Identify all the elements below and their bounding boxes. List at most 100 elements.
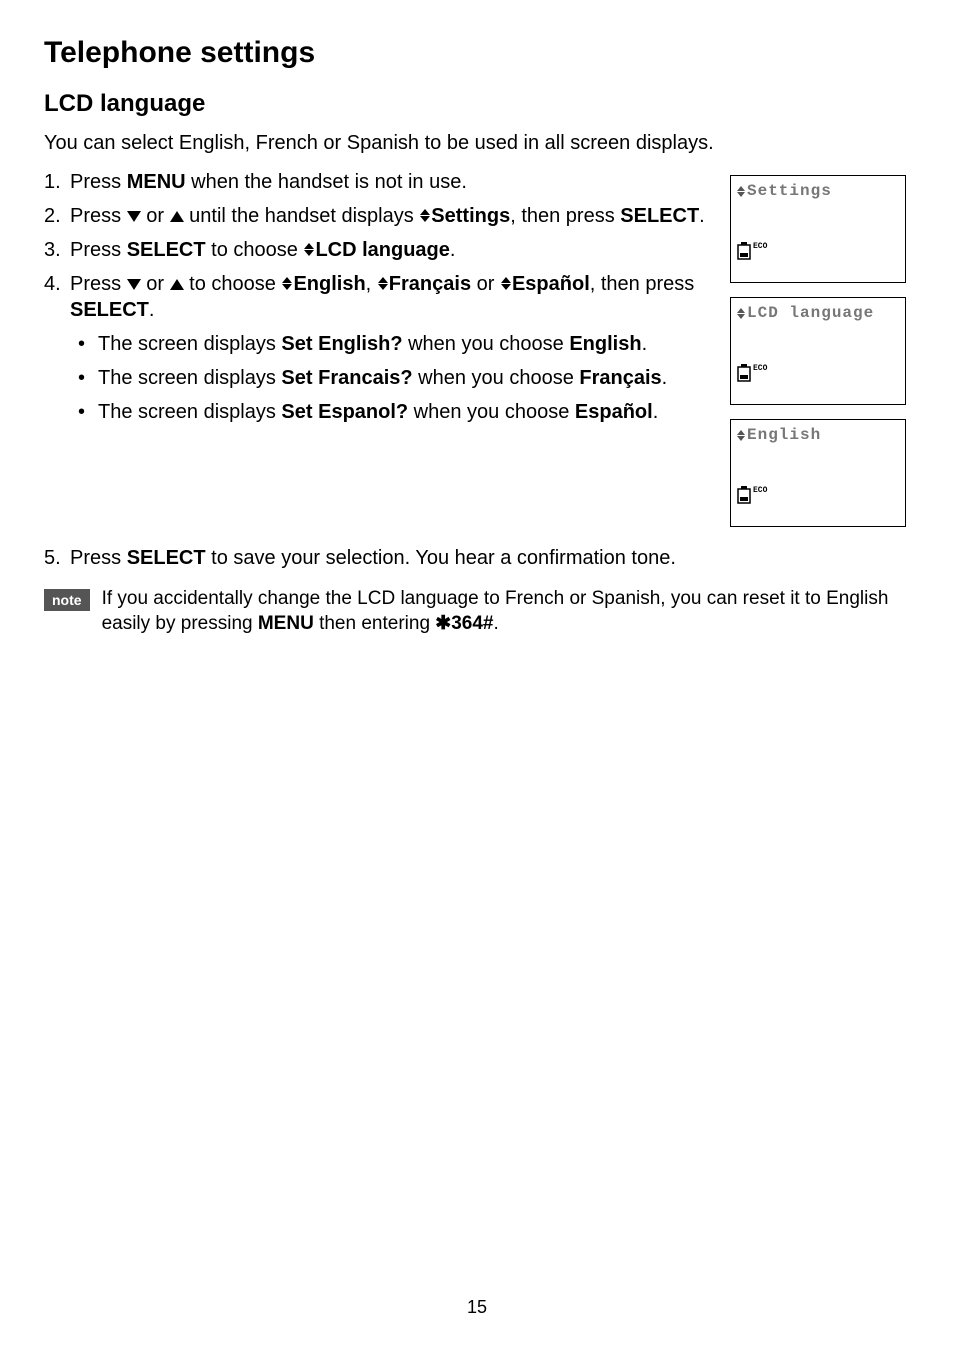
lcd-preview-settings: Settings ECO: [730, 175, 906, 283]
text: when you choose: [403, 333, 570, 355]
battery-icon: [737, 486, 751, 504]
triangle-down-icon: [127, 211, 141, 222]
lcd-text: English: [747, 426, 821, 444]
bold: Français: [579, 367, 661, 389]
battery-icon: [737, 242, 751, 260]
text: , then press: [590, 273, 695, 295]
text: The screen displays: [98, 401, 281, 423]
text: until the handset displays: [184, 205, 420, 227]
step-number: 2.: [44, 203, 61, 229]
lcd-previews-column: Settings ECO LCD language ECO English: [730, 169, 910, 541]
updown-icon: [304, 243, 314, 256]
bold: Français: [389, 273, 471, 295]
section-heading: LCD language: [44, 90, 910, 118]
step-number: 4.: [44, 271, 61, 297]
lcd-status-row: ECO: [737, 242, 899, 260]
triangle-down-icon: [127, 279, 141, 290]
note-badge: note: [44, 589, 90, 611]
bold: SELECT: [70, 299, 149, 321]
text: .: [149, 299, 155, 321]
text: or: [141, 273, 170, 295]
text: to save your selection. You hear a confi…: [206, 547, 676, 569]
text: to choose: [206, 239, 304, 261]
step-number: 5.: [44, 545, 61, 571]
star-icon: ✱: [435, 613, 451, 634]
bold: 364#: [451, 613, 493, 634]
text: Press: [70, 171, 127, 193]
step-5: 5. Press SELECT to save your selection. …: [44, 545, 910, 571]
bullet-espanol: The screen displays Set Espanol? when yo…: [70, 399, 708, 425]
bold: Settings: [431, 205, 510, 227]
bold: Español: [512, 273, 590, 295]
note-block: note If you accidentally change the LCD …: [44, 587, 910, 636]
eco-label: ECO: [753, 486, 767, 495]
text: , then press: [510, 205, 620, 227]
lcd-line: LCD language: [737, 304, 899, 322]
lcd-text: LCD language: [747, 304, 874, 322]
bold: SELECT: [127, 547, 206, 569]
step-1: 1. Press MENU when the handset is not in…: [44, 169, 708, 195]
text: when the handset is not in use.: [186, 171, 467, 193]
step-number: 3.: [44, 237, 61, 263]
text: Press: [70, 239, 127, 261]
updown-icon: [420, 209, 430, 222]
triangle-up-icon: [170, 279, 184, 290]
text: .: [699, 205, 705, 227]
bold: Set Espanol?: [281, 401, 408, 423]
eco-label: ECO: [753, 242, 767, 251]
updown-icon: [501, 277, 511, 290]
text: .: [662, 367, 668, 389]
text: ,: [366, 273, 377, 295]
text: .: [450, 239, 456, 261]
text: .: [653, 401, 659, 423]
bullet-english: The screen displays Set English? when yo…: [70, 331, 708, 357]
page-number: 15: [0, 1297, 954, 1318]
intro-text: You can select English, French or Spanis…: [44, 132, 910, 155]
lcd-status-row: ECO: [737, 364, 899, 382]
bold: Set English?: [281, 333, 402, 355]
lcd-preview-english: English ECO: [730, 419, 906, 527]
bold: MENU: [258, 613, 314, 634]
updown-icon: [282, 277, 292, 290]
text: Press: [70, 273, 127, 295]
bold: LCD language: [315, 239, 449, 261]
page-title: Telephone settings: [44, 36, 910, 70]
bold: SELECT: [127, 239, 206, 261]
step-2: 2. Press or until the handset displays S…: [44, 203, 708, 229]
instructions-column: 1. Press MENU when the handset is not in…: [44, 169, 708, 541]
updown-icon: [737, 308, 745, 319]
text: Press: [70, 205, 127, 227]
updown-icon: [737, 430, 745, 441]
bold: Español: [575, 401, 653, 423]
eco-label: ECO: [753, 364, 767, 373]
lcd-line: Settings: [737, 182, 899, 200]
battery-icon: [737, 364, 751, 382]
triangle-up-icon: [170, 211, 184, 222]
note-text: If you accidentally change the LCD langu…: [102, 587, 910, 636]
text: .: [494, 613, 499, 634]
text: when you choose: [413, 367, 580, 389]
bullet-francais: The screen displays Set Francais? when y…: [70, 365, 708, 391]
text: or: [471, 273, 500, 295]
step-number: 1.: [44, 169, 61, 195]
text: Press: [70, 547, 127, 569]
lcd-status-row: ECO: [737, 486, 899, 504]
lcd-preview-language: LCD language ECO: [730, 297, 906, 405]
bold: Set Francais?: [281, 367, 412, 389]
bold: English: [569, 333, 641, 355]
text: to choose: [184, 273, 282, 295]
text: The screen displays: [98, 333, 281, 355]
bold: MENU: [127, 171, 186, 193]
text: .: [642, 333, 648, 355]
lcd-text: Settings: [747, 182, 832, 200]
step-4: 4. Press or to choose English, Français …: [44, 271, 708, 425]
text: then entering: [314, 613, 435, 634]
lcd-line: English: [737, 426, 899, 444]
text: when you choose: [408, 401, 575, 423]
bold: English: [293, 273, 365, 295]
bold: SELECT: [620, 205, 699, 227]
updown-icon: [737, 186, 745, 197]
text: or: [141, 205, 170, 227]
updown-icon: [378, 277, 388, 290]
text: The screen displays: [98, 367, 281, 389]
